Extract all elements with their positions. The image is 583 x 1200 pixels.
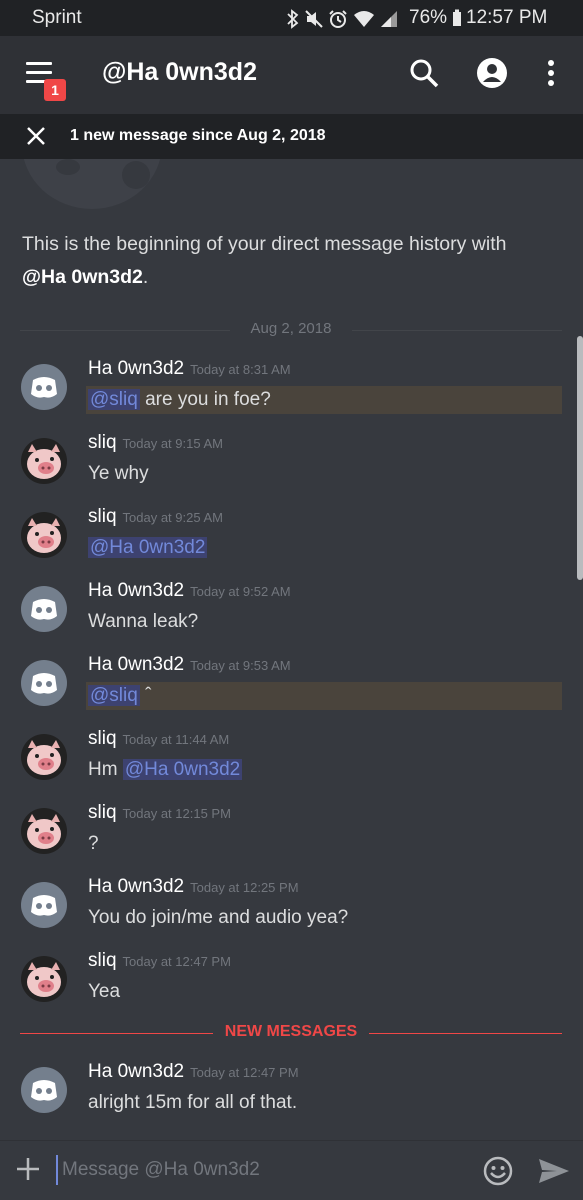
message-timestamp: Today at 12:47 PM xyxy=(190,1065,299,1080)
message[interactable]: Ha 0wn3d2 Today at 9:53 AM @sliq ˆ xyxy=(0,654,583,724)
clock: 12:57 PM xyxy=(466,7,548,28)
message-timestamp: Today at 11:44 AM xyxy=(122,732,230,747)
dm-avatar-large xyxy=(22,159,162,209)
avatar[interactable] xyxy=(21,956,67,1002)
pig-avatar-icon xyxy=(27,740,61,775)
alarm-icon xyxy=(329,10,347,28)
message-content: Ye why xyxy=(88,463,149,484)
message-timestamp: Today at 8:31 AM xyxy=(190,362,291,377)
avatar[interactable] xyxy=(21,364,67,410)
new-message-notice[interactable]: 1 new message since Aug 2, 2018 xyxy=(0,114,583,159)
discord-logo-icon xyxy=(31,895,57,916)
message-input[interactable]: Message @Ha 0wn3d2 xyxy=(56,1155,466,1185)
message[interactable]: Ha 0wn3d2 Today at 9:52 AM Wanna leak? xyxy=(0,580,583,650)
message[interactable]: sliq Today at 9:15 AM Ye why xyxy=(0,432,583,502)
avatar[interactable] xyxy=(21,882,67,928)
close-icon[interactable] xyxy=(24,124,48,148)
avatar[interactable] xyxy=(21,512,67,558)
message-content: Wanna leak? xyxy=(88,611,199,632)
message-timestamp: Today at 12:25 PM xyxy=(190,880,299,895)
dm-intro-text: This is the beginning of your direct mes… xyxy=(22,233,507,288)
new-message-notice-text: 1 new message since Aug 2, 2018 xyxy=(70,127,326,144)
message-author: Ha 0wn3d2 Today at 8:31 AM xyxy=(88,358,291,379)
pig-avatar-icon xyxy=(27,962,61,997)
new-messages-divider: NEW MESSAGES xyxy=(20,1023,562,1040)
message-author: Ha 0wn3d2 Today at 9:53 AM xyxy=(88,654,291,675)
message-author: sliq Today at 9:15 AM xyxy=(88,432,223,453)
status-icons xyxy=(286,9,398,29)
discord-logo-icon xyxy=(31,1080,57,1101)
user-mention[interactable]: @sliq xyxy=(88,685,140,706)
message-content: @sliq are you in foe? xyxy=(88,389,271,410)
message[interactable]: sliq Today at 11:44 AM Hm @Ha 0wn3d2 xyxy=(0,728,583,798)
message-timestamp: Today at 12:15 PM xyxy=(122,806,231,821)
message-content: You do join/me and audio yea? xyxy=(88,907,349,928)
new-messages-label: NEW MESSAGES xyxy=(224,1023,358,1040)
search-icon[interactable] xyxy=(407,56,441,90)
message-author: Ha 0wn3d2 Today at 9:52 AM xyxy=(88,580,291,601)
message-content: Hm @Ha 0wn3d2 xyxy=(88,759,243,780)
dm-intro-name: @Ha 0wn3d2 xyxy=(22,266,143,288)
message[interactable]: Ha 0wn3d2 Today at 8:31 AM @sliq are you … xyxy=(0,358,583,428)
pig-avatar-icon xyxy=(27,444,61,479)
message-composer: Message @Ha 0wn3d2 xyxy=(0,1140,583,1200)
message-timestamp: Today at 12:47 PM xyxy=(122,954,231,969)
user-mention[interactable]: @Ha 0wn3d2 xyxy=(88,537,208,558)
message[interactable]: Ha 0wn3d2 Today at 12:47 PM alright 15m f… xyxy=(0,1061,583,1131)
avatar[interactable] xyxy=(21,438,67,484)
mute-icon xyxy=(305,10,323,28)
send-icon[interactable] xyxy=(537,1155,571,1187)
message-author: sliq Today at 12:15 PM xyxy=(88,802,231,823)
discord-logo-icon xyxy=(31,599,57,620)
emoji-icon[interactable] xyxy=(482,1155,514,1187)
battery-percent: 76% xyxy=(409,7,448,28)
message-content: @sliq ˆ xyxy=(88,685,152,706)
message-author: sliq Today at 9:25 AM xyxy=(88,506,223,527)
date-divider-label: Aug 2, 2018 xyxy=(250,320,332,337)
message-author: sliq Today at 12:47 PM xyxy=(88,950,231,971)
carrier-label: Sprint xyxy=(32,7,82,28)
message-timestamp: Today at 9:25 AM xyxy=(122,510,223,525)
app-bar: 1 @Ha 0wn3d2 xyxy=(0,36,583,114)
battery-icon xyxy=(453,9,461,26)
message-content: ? xyxy=(88,833,99,854)
channel-title: @Ha 0wn3d2 xyxy=(102,58,257,86)
message[interactable]: sliq Today at 12:47 PM Yea xyxy=(0,950,583,1020)
wifi-icon xyxy=(354,11,374,27)
menu-button[interactable]: 1 xyxy=(22,58,66,101)
message-content: alright 15m for all of that. xyxy=(88,1092,298,1113)
discord-logo-icon xyxy=(31,673,57,694)
signal-icon xyxy=(381,11,397,27)
notification-badge: 1 xyxy=(44,79,66,101)
user-mention[interactable]: @sliq xyxy=(88,389,140,410)
scrollbar-thumb[interactable] xyxy=(577,336,583,580)
bluetooth-icon xyxy=(287,9,299,29)
message-author: sliq Today at 11:44 AM xyxy=(88,728,230,749)
message-content: Yea xyxy=(88,981,121,1002)
message-author: Ha 0wn3d2 Today at 12:25 PM xyxy=(88,876,299,897)
add-attachment-icon[interactable] xyxy=(14,1155,42,1183)
message-author: Ha 0wn3d2 Today at 12:47 PM xyxy=(88,1061,299,1082)
message-timestamp: Today at 9:15 AM xyxy=(122,436,223,451)
message-content: @Ha 0wn3d2 xyxy=(88,537,208,559)
user-mention[interactable]: @Ha 0wn3d2 xyxy=(122,759,243,780)
avatar[interactable] xyxy=(21,586,67,632)
discord-logo-icon xyxy=(31,377,57,398)
date-divider: Aug 2, 2018 xyxy=(20,320,562,337)
avatar[interactable] xyxy=(21,734,67,780)
message[interactable]: sliq Today at 12:15 PM ? xyxy=(0,802,583,872)
more-vert-icon[interactable] xyxy=(534,56,568,90)
message-timestamp: Today at 9:53 AM xyxy=(190,658,291,673)
message-timestamp: Today at 9:52 AM xyxy=(190,584,291,599)
status-bar: Sprint 76% 12:57 PM xyxy=(0,0,583,36)
profile-icon[interactable] xyxy=(475,56,509,90)
pig-avatar-icon xyxy=(27,814,61,849)
message[interactable]: Ha 0wn3d2 Today at 12:25 PM You do join/m… xyxy=(0,876,583,946)
avatar[interactable] xyxy=(21,1067,67,1113)
message[interactable]: sliq Today at 9:25 AM @Ha 0wn3d2 xyxy=(0,506,583,576)
avatar[interactable] xyxy=(21,808,67,854)
pig-avatar-icon xyxy=(27,518,61,553)
avatar[interactable] xyxy=(21,660,67,706)
